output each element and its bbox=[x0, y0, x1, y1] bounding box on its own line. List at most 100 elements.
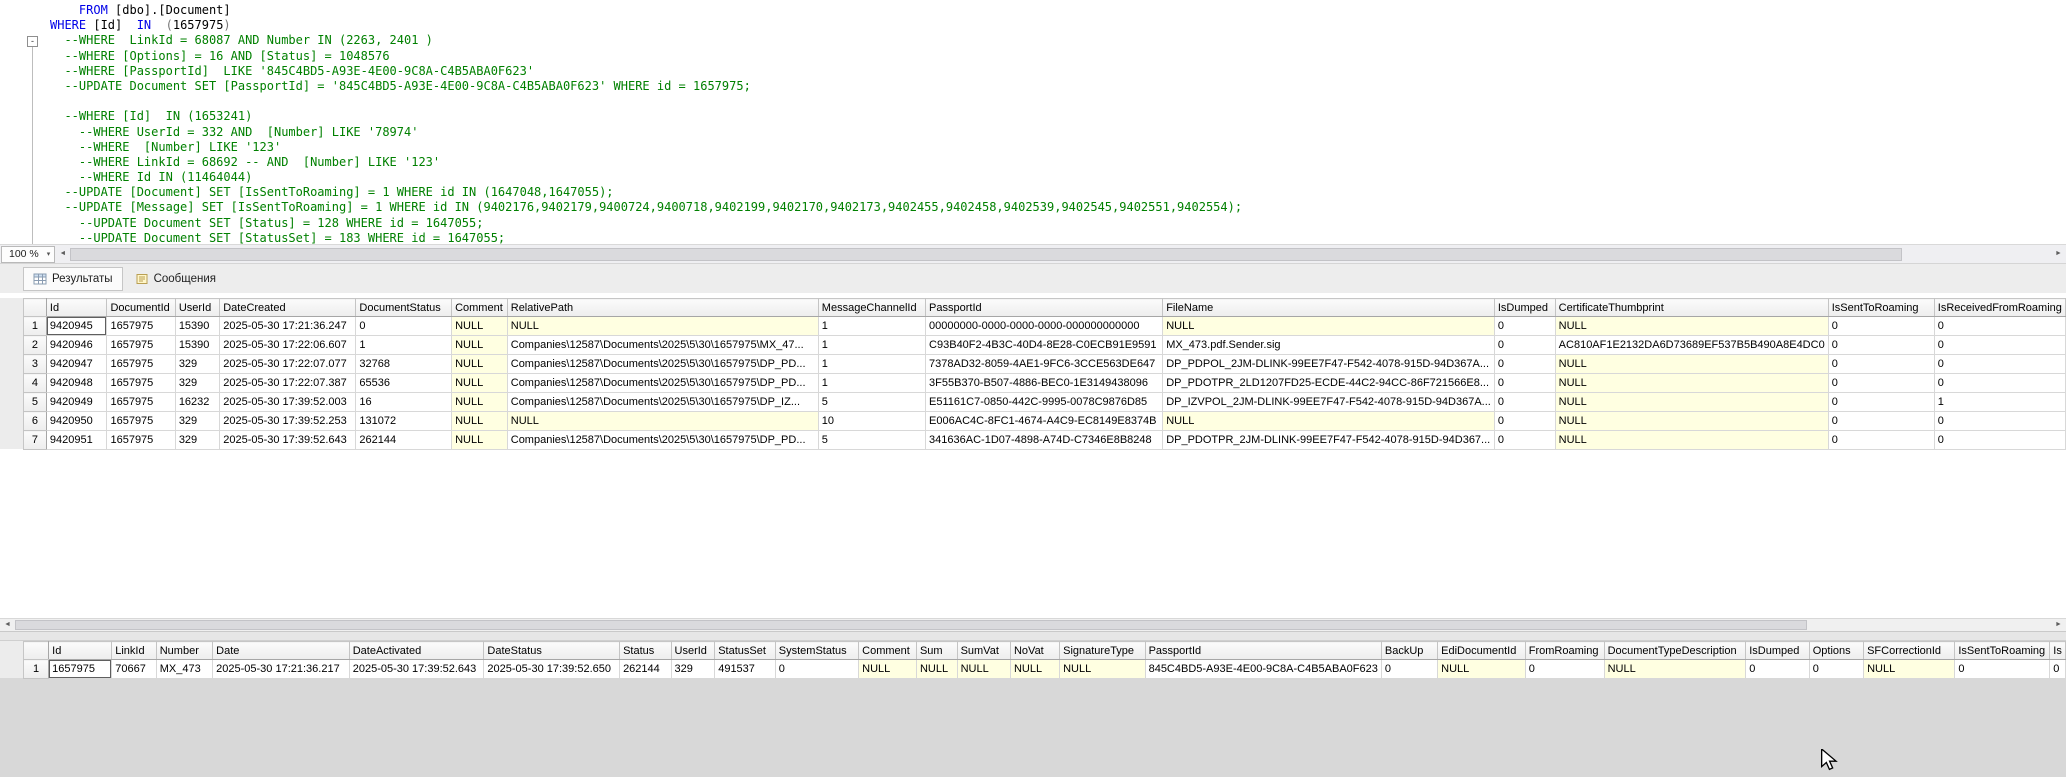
cell-Comment[interactable]: NULL bbox=[859, 660, 917, 679]
cell-IsSentToRoaming[interactable]: 0 bbox=[1828, 374, 1934, 393]
cell-DocumentId[interactable]: 1657975 bbox=[107, 336, 175, 355]
cell-PassportId[interactable]: C93B40F2-4B3C-40D4-8E28-C0ECB91E9591 bbox=[926, 336, 1163, 355]
cell-DateCreated[interactable]: 2025-05-30 17:21:36.247 bbox=[220, 317, 356, 336]
cell-Id[interactable]: 9420950 bbox=[46, 412, 107, 431]
cell-RelativePath[interactable]: NULL bbox=[507, 317, 818, 336]
cell-SignatureType[interactable]: NULL bbox=[1060, 660, 1145, 679]
cell-FileName[interactable]: DP_PDOTPR_2LD1207FD25-ECDE-44C2-94CC-86F… bbox=[1163, 374, 1495, 393]
cell-Comment[interactable]: NULL bbox=[452, 431, 508, 450]
column-header-IsSentToRoaming[interactable]: IsSentToRoaming bbox=[1955, 642, 2050, 660]
cell-IsDumped[interactable]: 0 bbox=[1494, 355, 1555, 374]
scroll-right-icon[interactable]: ► bbox=[2051, 619, 2066, 631]
cell-Comment[interactable]: NULL bbox=[452, 412, 508, 431]
cell-UserId[interactable]: 16232 bbox=[175, 393, 219, 412]
cell-BackUp[interactable]: 0 bbox=[1381, 660, 1437, 679]
cell-FileName[interactable]: MX_473.pdf.Sender.sig bbox=[1163, 336, 1495, 355]
cell-DocumentId[interactable]: 1657975 bbox=[107, 355, 175, 374]
cell-MessageChannelId[interactable]: 1 bbox=[818, 374, 925, 393]
cell-DocumentId[interactable]: 1657975 bbox=[107, 374, 175, 393]
cell-Sum[interactable]: NULL bbox=[916, 660, 957, 679]
cell-LinkId[interactable]: 70667 bbox=[112, 660, 157, 679]
cell-UserId[interactable]: 15390 bbox=[175, 336, 219, 355]
cell-CertificateThumbprint[interactable]: AC810AF1E2132DA6D73689EF537B5B490A8E4DC0 bbox=[1555, 336, 1828, 355]
cell-IsDumped[interactable]: 0 bbox=[1494, 431, 1555, 450]
column-header-MessageChannelId[interactable]: MessageChannelId bbox=[818, 299, 925, 317]
column-header-Comment[interactable]: Comment bbox=[859, 642, 917, 660]
cell-Is[interactable]: 0 bbox=[2050, 660, 2066, 679]
cell-DocumentStatus[interactable]: 131072 bbox=[356, 412, 452, 431]
cell-DocumentStatus[interactable]: 262144 bbox=[356, 431, 452, 450]
cell-StatusSet[interactable]: 491537 bbox=[715, 660, 776, 679]
cell-Date[interactable]: 2025-05-30 17:21:36.217 bbox=[213, 660, 350, 679]
cell-UserId[interactable]: 329 bbox=[175, 355, 219, 374]
cell-IsSentToRoaming[interactable]: 0 bbox=[1828, 393, 1934, 412]
column-header-Sum[interactable]: Sum bbox=[916, 642, 957, 660]
cell-DateStatus[interactable]: 2025-05-30 17:39:52.650 bbox=[484, 660, 620, 679]
column-header-SFCorrectionId[interactable]: SFCorrectionId bbox=[1864, 642, 1955, 660]
cell-Comment[interactable]: NULL bbox=[452, 317, 508, 336]
cell-DocumentStatus[interactable]: 65536 bbox=[356, 374, 452, 393]
select-all-corner[interactable] bbox=[24, 299, 47, 317]
scrollbar-thumb[interactable] bbox=[70, 248, 1902, 261]
column-header-BackUp[interactable]: BackUp bbox=[1381, 642, 1437, 660]
zoom-control[interactable]: 100 % ▾ bbox=[1, 246, 55, 263]
column-header-Is[interactable]: Is bbox=[2050, 642, 2066, 660]
cell-RelativePath[interactable]: Companies\12587\Documents\2025\5\30\1657… bbox=[507, 393, 818, 412]
scrollbar-thumb[interactable] bbox=[15, 620, 1807, 630]
cell-DateCreated[interactable]: 2025-05-30 17:39:52.003 bbox=[220, 393, 356, 412]
cell-CertificateThumbprint[interactable]: NULL bbox=[1555, 317, 1828, 336]
cell-UserId[interactable]: 329 bbox=[175, 412, 219, 431]
cell-FileName[interactable]: DP_PDOTPR_2JM-DLINK-99EE7F47-F542-4078-9… bbox=[1163, 431, 1495, 450]
column-header-SignatureType[interactable]: SignatureType bbox=[1060, 642, 1145, 660]
cell-PassportId[interactable]: 845C4BD5-A93E-4E00-9C8A-C4B5ABA0F623 bbox=[1145, 660, 1381, 679]
row-header[interactable]: 2 bbox=[24, 336, 47, 355]
cell-RelativePath[interactable]: Companies\12587\Documents\2025\5\30\1657… bbox=[507, 374, 818, 393]
cell-FromRoaming[interactable]: 0 bbox=[1525, 660, 1604, 679]
cell-IsSentToRoaming[interactable]: 0 bbox=[1828, 317, 1934, 336]
column-header-IsReceivedFromRoaming[interactable]: IsReceivedFromRoaming bbox=[1934, 299, 2065, 317]
sql-editor[interactable]: - FROM [dbo].[Document]WHERE [Id] IN (16… bbox=[0, 0, 2066, 244]
column-header-SumVat[interactable]: SumVat bbox=[957, 642, 1010, 660]
cell-SFCorrectionId[interactable]: NULL bbox=[1864, 660, 1955, 679]
column-header-IsDumped[interactable]: IsDumped bbox=[1494, 299, 1555, 317]
column-header-RelativePath[interactable]: RelativePath bbox=[507, 299, 818, 317]
cell-RelativePath[interactable]: Companies\12587\Documents\2025\5\30\1657… bbox=[507, 431, 818, 450]
cell-RelativePath[interactable]: NULL bbox=[507, 412, 818, 431]
cell-IsSentToRoaming[interactable]: 0 bbox=[1828, 431, 1934, 450]
cell-Id[interactable]: 9420948 bbox=[46, 374, 107, 393]
column-header-EdiDocumentId[interactable]: EdiDocumentId bbox=[1438, 642, 1526, 660]
cell-IsDumped[interactable]: 0 bbox=[1746, 660, 1810, 679]
column-header-DocumentTypeDescription[interactable]: DocumentTypeDescription bbox=[1604, 642, 1746, 660]
cell-FileName[interactable]: NULL bbox=[1163, 317, 1495, 336]
cell-FileName[interactable]: DP_IZVPOL_2JM-DLINK-99EE7F47-F542-4078-9… bbox=[1163, 393, 1495, 412]
cell-IsDumped[interactable]: 0 bbox=[1494, 412, 1555, 431]
cell-EdiDocumentId[interactable]: NULL bbox=[1438, 660, 1526, 679]
cell-Id[interactable]: 9420951 bbox=[46, 431, 107, 450]
cell-CertificateThumbprint[interactable]: NULL bbox=[1555, 393, 1828, 412]
cell-DateCreated[interactable]: 2025-05-30 17:39:52.643 bbox=[220, 431, 356, 450]
cell-DateCreated[interactable]: 2025-05-30 17:22:07.077 bbox=[220, 355, 356, 374]
cell-Options[interactable]: 0 bbox=[1809, 660, 1863, 679]
column-header-Status[interactable]: Status bbox=[620, 642, 671, 660]
cell-Id[interactable]: 9420945 bbox=[46, 317, 107, 336]
column-header-DocumentId[interactable]: DocumentId bbox=[107, 299, 175, 317]
cell-Comment[interactable]: NULL bbox=[452, 355, 508, 374]
cell-UserId[interactable]: 15390 bbox=[175, 317, 219, 336]
row-header[interactable]: 5 bbox=[24, 393, 47, 412]
column-header-DateStatus[interactable]: DateStatus bbox=[484, 642, 620, 660]
cell-DocumentId[interactable]: 1657975 bbox=[107, 412, 175, 431]
cell-RelativePath[interactable]: Companies\12587\Documents\2025\5\30\1657… bbox=[507, 355, 818, 374]
cell-CertificateThumbprint[interactable]: NULL bbox=[1555, 355, 1828, 374]
cell-UserId[interactable]: 329 bbox=[175, 431, 219, 450]
cell-FileName[interactable]: NULL bbox=[1163, 412, 1495, 431]
column-header-SystemStatus[interactable]: SystemStatus bbox=[775, 642, 858, 660]
column-header-Date[interactable]: Date bbox=[213, 642, 350, 660]
cell-PassportId[interactable]: 7378AD32-8059-4AE1-9FC6-3CCE563DE647 bbox=[926, 355, 1163, 374]
cell-Id[interactable]: 9420946 bbox=[46, 336, 107, 355]
pane-splitter[interactable] bbox=[0, 631, 2066, 641]
cell-IsDumped[interactable]: 0 bbox=[1494, 336, 1555, 355]
cell-IsDumped[interactable]: 0 bbox=[1494, 317, 1555, 336]
cell-Id[interactable]: 1657975 bbox=[49, 660, 112, 679]
cell-IsSentToRoaming[interactable]: 0 bbox=[1828, 412, 1934, 431]
cell-IsReceivedFromRoaming[interactable]: 0 bbox=[1934, 374, 2065, 393]
